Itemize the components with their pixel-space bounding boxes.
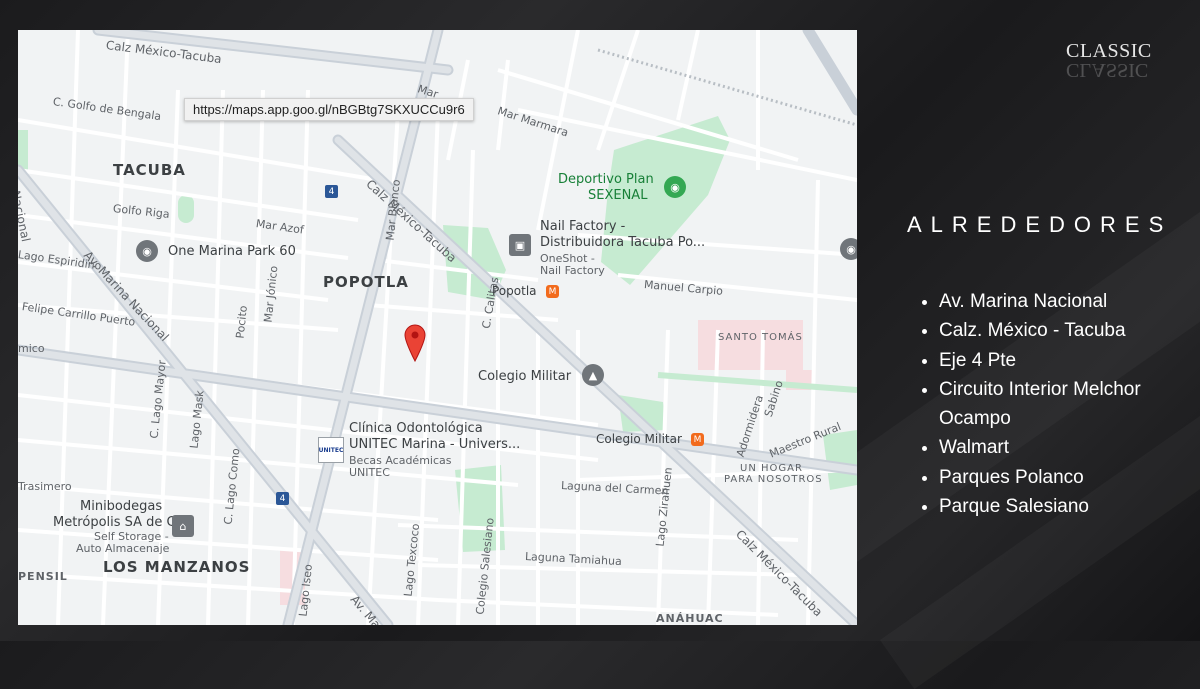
area-label-popotla: POPOTLA <box>323 273 409 291</box>
section-heading: ALREDEDORES <box>907 212 1173 237</box>
list-item: Parque Salesiano <box>939 492 1200 521</box>
poi-clinica-line2[interactable]: UNITEC Marina - Univers... <box>349 437 520 452</box>
poi-nail-factory-sub2: Nail Factory <box>540 264 605 277</box>
poi-deportivo-plan-line1[interactable]: Deportivo Plan <box>558 172 654 187</box>
storage-pin-icon[interactable]: ⌂ <box>172 515 194 537</box>
list-item: Eje 4 Pte <box>939 346 1200 375</box>
poi-minibodegas-sub2: Auto Almacenaje <box>76 542 170 555</box>
unitec-logo-icon[interactable]: UNITEC <box>318 437 344 463</box>
url-tooltip: https://maps.app.goo.gl/nBGBtg7SKXUCCu9r… <box>184 98 474 121</box>
area-label-un-hogar-line2: PARA NOSOTROS <box>724 474 823 485</box>
park-pin-icon[interactable]: ◉ <box>664 176 686 198</box>
location-pin <box>404 324 426 363</box>
poi-minibodegas-line1[interactable]: Minibodegas <box>80 499 162 514</box>
area-label-un-hogar-line1: UN HOGAR <box>740 463 803 474</box>
park-left <box>18 130 28 170</box>
park-small <box>178 195 194 223</box>
brand-logo-reflection: CLASSIC <box>1066 59 1149 81</box>
place-pin-icon[interactable]: ◉ <box>840 238 857 260</box>
metro-icon: M <box>691 433 704 446</box>
area-label-tacuba: TACUBA <box>113 161 186 179</box>
poi-minibodegas-line2[interactable]: Metrópolis SA de CV <box>53 515 185 530</box>
list-item: Circuito Interior Melchor Ocampo <box>939 375 1200 434</box>
list-item: Parques Polanco <box>939 463 1200 492</box>
park-right <box>823 430 857 490</box>
santo-tomas-area <box>698 320 803 370</box>
list-item: Walmart <box>939 433 1200 462</box>
poi-one-marina-park[interactable]: One Marina Park 60 <box>168 244 296 259</box>
nearby-places-list: Av. Marina Nacional Calz. México - Tacub… <box>915 287 1200 521</box>
poi-colegio-militar[interactable]: Colegio Militar <box>478 369 571 384</box>
highway-shield-4-south: 4 <box>276 492 289 505</box>
poi-nail-factory-line1[interactable]: Nail Factory - <box>540 219 625 234</box>
place-pin-icon[interactable]: ◉ <box>136 240 158 262</box>
poi-nail-factory-line2[interactable]: Distribuidora Tacuba Po... <box>540 235 705 250</box>
road-label-mico: mico <box>18 342 45 355</box>
school-pin-icon[interactable]: ▲ <box>582 364 604 386</box>
poi-deportivo-plan-line2[interactable]: SEXENAL <box>588 188 647 203</box>
area-label-los-manzanos: LOS MANZANOS <box>103 558 251 576</box>
poi-popotla-metro[interactable]: Popotla <box>492 284 537 298</box>
store-pin-icon[interactable]: ▣ <box>509 234 531 256</box>
road-label-trasimero: Trasimero <box>18 480 72 493</box>
poi-colegio-militar-metro[interactable]: Colegio Militar <box>596 432 682 446</box>
area-label-pensil: PENSIL <box>18 570 68 583</box>
area-label-anahuac: ANÁHUAC <box>656 612 724 625</box>
area-label-santo-tomas: SANTO TOMÁS <box>718 332 803 343</box>
highway-shield-4-north: 4 <box>325 185 338 198</box>
poi-clinica-sub2: UNITEC <box>349 466 390 479</box>
metro-icon: M <box>546 285 559 298</box>
poi-clinica-line1[interactable]: Clínica Odontológica <box>349 421 483 436</box>
list-item: Av. Marina Nacional <box>939 287 1200 316</box>
list-item: Calz. México - Tacuba <box>939 316 1200 345</box>
